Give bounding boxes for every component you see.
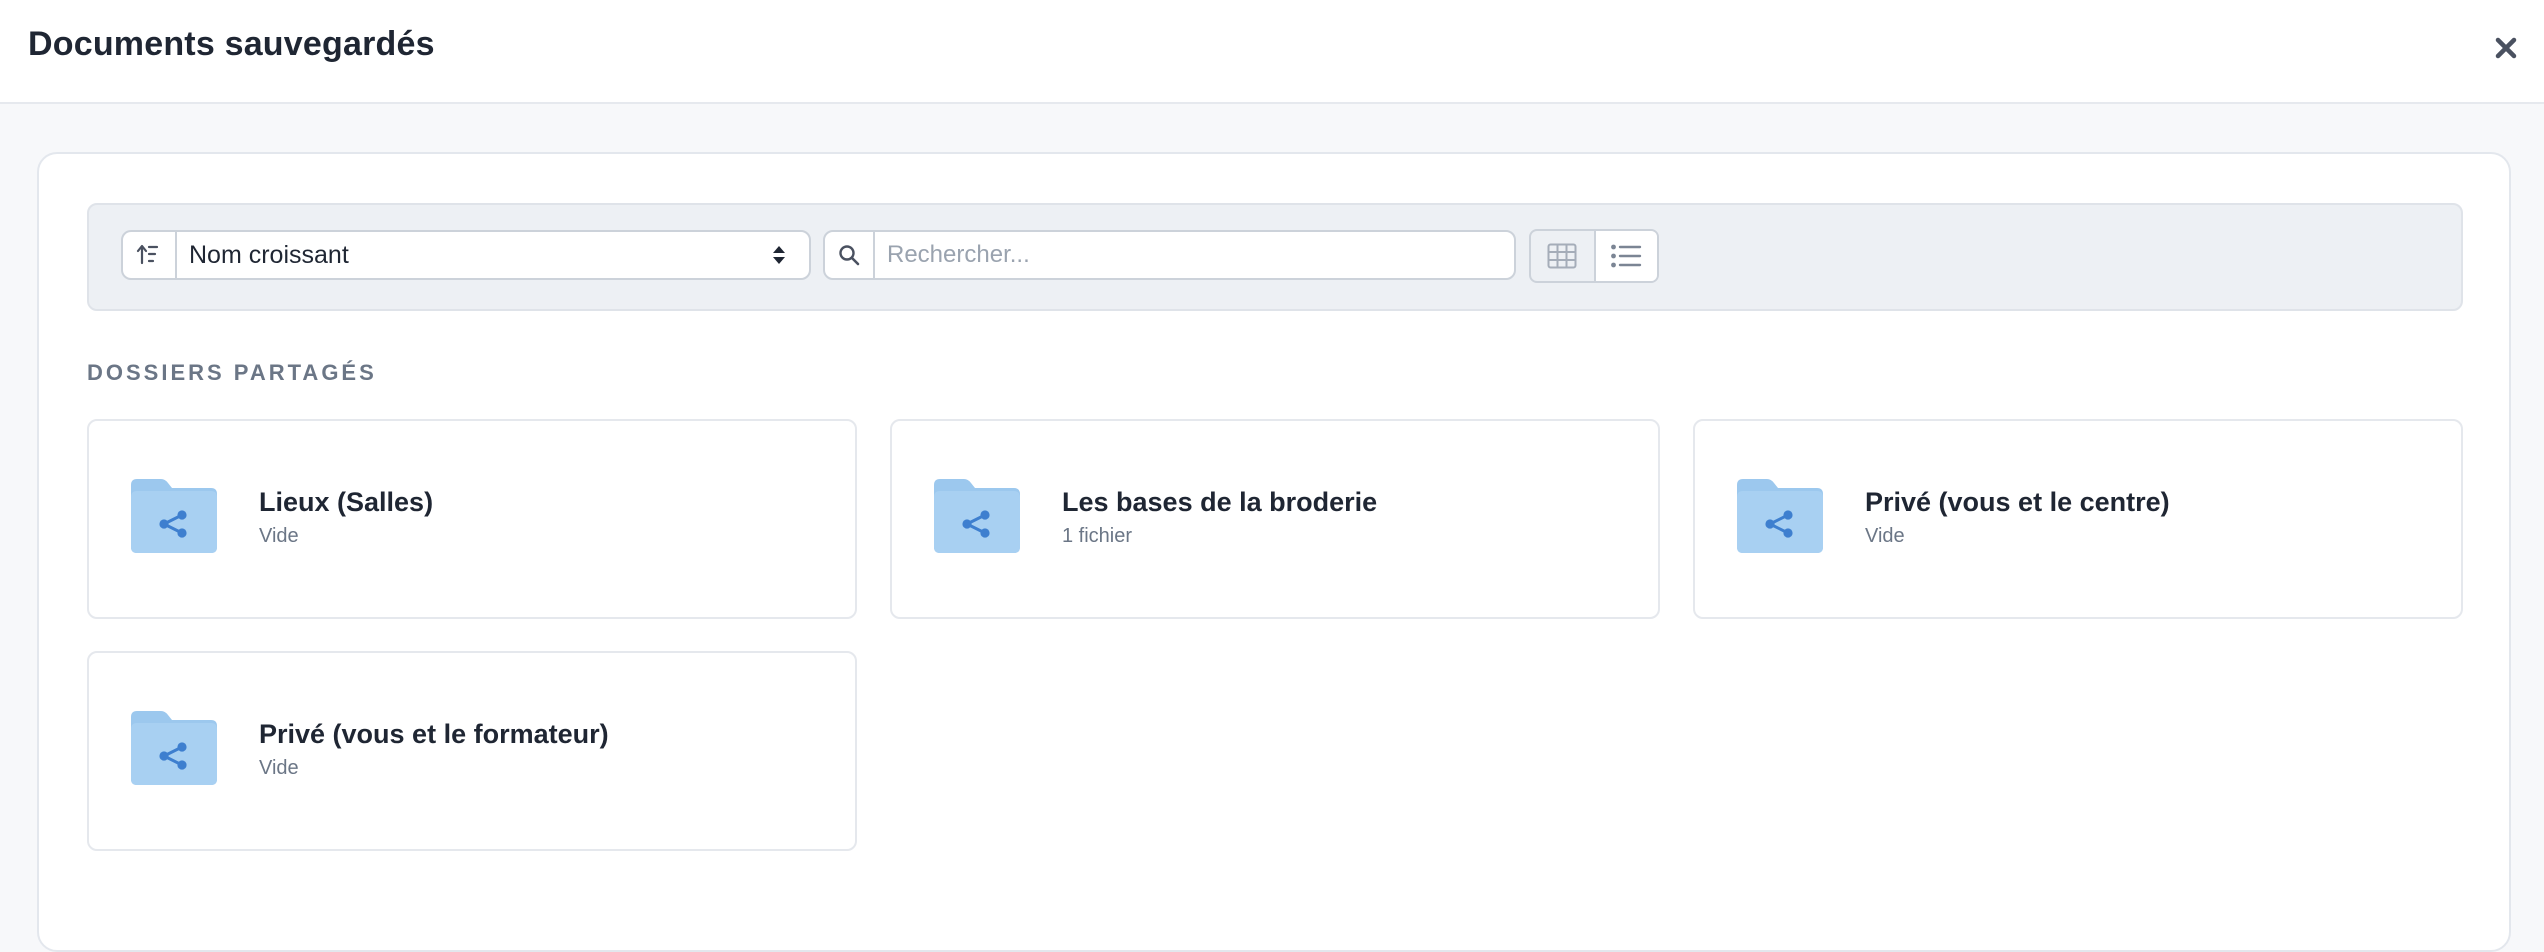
- folder-name: Les bases de la broderie: [1062, 487, 1378, 517]
- folder-name: Lieux (Salles): [259, 487, 434, 517]
- toolbar: Nom croissant: [87, 203, 2463, 311]
- folder-card[interactable]: Lieux (Salles) Vide: [87, 419, 857, 619]
- folder-file-count: Vide: [259, 525, 299, 547]
- sort-select[interactable]: Nom croissant: [121, 230, 811, 280]
- modal-title: Documents sauvegardés: [28, 25, 435, 63]
- folder-card[interactable]: Privé (vous et le formateur) Vide: [87, 651, 857, 851]
- folder-file-count: Vide: [259, 757, 299, 779]
- list-icon: [1611, 244, 1642, 268]
- folder-file-count: Vide: [1865, 525, 1905, 547]
- section-title: DOSSIERS PARTAGÉS: [87, 360, 377, 385]
- search-icon: [825, 232, 875, 278]
- shared-folder-icon: [131, 711, 217, 785]
- search-box: [823, 230, 1516, 280]
- shared-folder-icon: [131, 479, 217, 553]
- modal-header: Documents sauvegardés: [0, 0, 2544, 104]
- folder-card[interactable]: Privé (vous et le centre) Vide: [1693, 419, 2463, 619]
- folder-file-count: 1 fichier: [1062, 525, 1133, 547]
- select-caret-icon: [749, 232, 809, 278]
- close-button[interactable]: [2482, 24, 2530, 72]
- folder-name: Privé (vous et le formateur): [259, 719, 609, 749]
- grid-icon: [1547, 243, 1577, 269]
- close-icon: [2495, 37, 2517, 59]
- list-view-button[interactable]: [1593, 231, 1657, 281]
- folder-card[interactable]: Les bases de la broderie 1 fichier: [890, 419, 1660, 619]
- shared-folder-icon: [934, 479, 1020, 553]
- documents-panel: Nom croissant Rechercher... DOSSIERS PAR…: [37, 152, 2511, 952]
- folder-name: Privé (vous et le centre): [1865, 487, 2170, 517]
- view-toggle: [1529, 229, 1659, 283]
- grid-view-button[interactable]: [1531, 231, 1594, 281]
- shared-folder-icon: [1737, 479, 1823, 553]
- sort-value: Nom croissant: [189, 240, 349, 269]
- sort-ascending-icon[interactable]: [123, 232, 177, 278]
- search-input[interactable]: [875, 232, 1514, 278]
